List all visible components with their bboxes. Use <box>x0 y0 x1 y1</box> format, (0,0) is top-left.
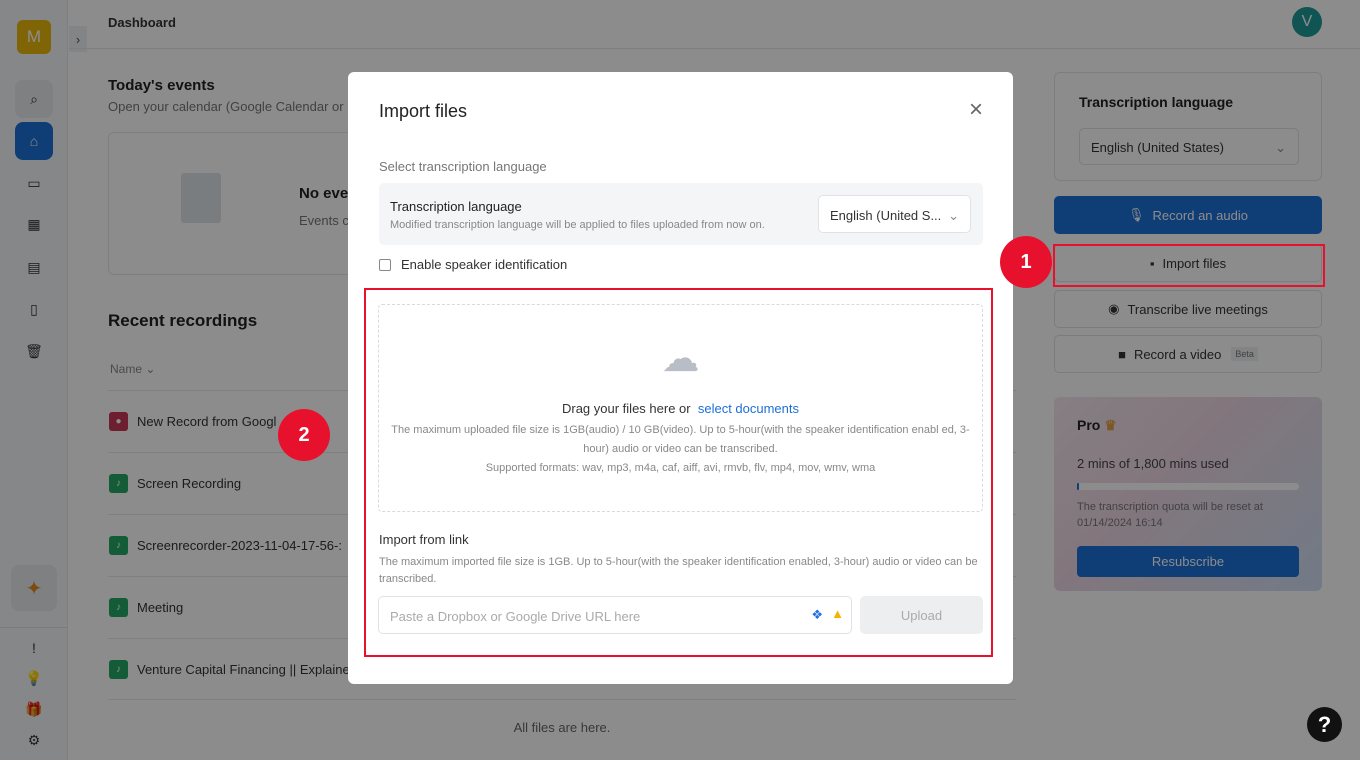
speaker-checkbox[interactable] <box>379 258 391 271</box>
annotation-box-1 <box>1053 244 1325 287</box>
annotation-badge-2: 2 <box>278 409 330 461</box>
annotation-box-2 <box>364 288 993 657</box>
language-hint: Modified transcription language will be … <box>390 219 765 231</box>
language-label: Transcription language <box>390 199 522 214</box>
section-label: Select transcription language <box>379 159 547 174</box>
help-button[interactable]: ? <box>1307 707 1342 742</box>
language-setting: Transcription language Modified transcri… <box>379 183 983 245</box>
modal-title: Import files <box>379 101 468 121</box>
speaker-label: Enable speaker identification <box>401 257 568 272</box>
annotation-badge-1: 1 <box>1000 236 1052 288</box>
modal-language-value: English (United S... <box>830 208 942 223</box>
modal-language-select[interactable]: English (United S... ⌄ <box>818 195 971 233</box>
chevron-down-icon: ⌄ <box>948 208 959 223</box>
close-icon[interactable]: × <box>969 96 983 124</box>
speaker-identification-row[interactable]: Enable speaker identification <box>379 257 567 272</box>
